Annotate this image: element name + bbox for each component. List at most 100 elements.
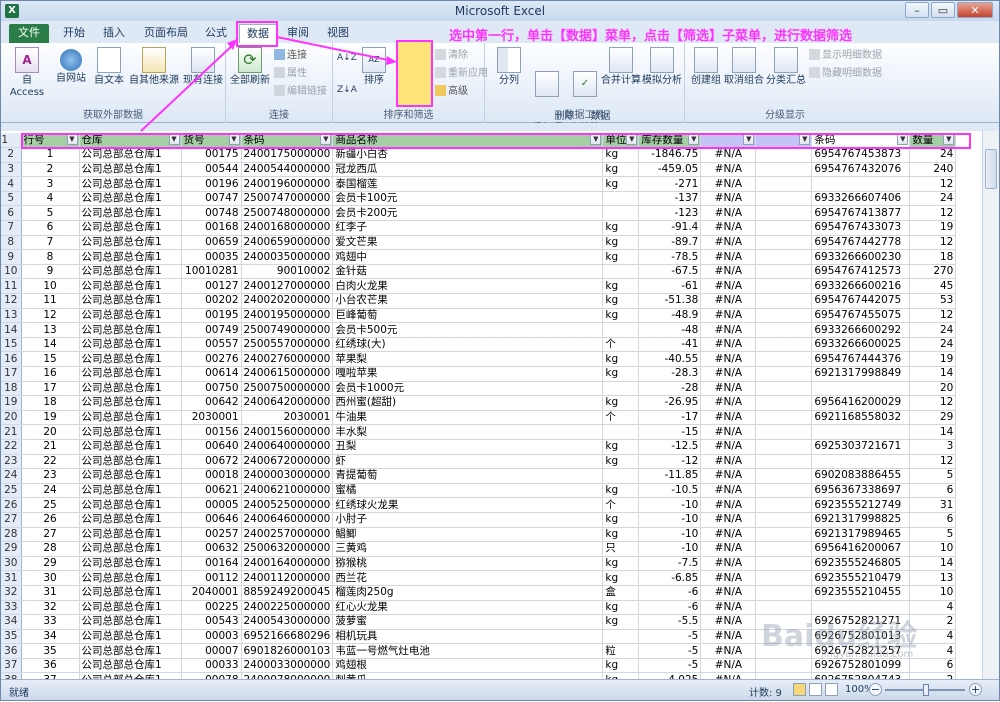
table-row[interactable]: 7 6 公司总部总仓库1 00168 2400168000000 红李子 kg -91.4 #N… xyxy=(1,220,957,236)
cell[interactable]: 2400202000000 xyxy=(241,293,334,309)
show-detail-button[interactable]: 显示明细数据 xyxy=(809,49,882,63)
cell[interactable]: 西兰花 xyxy=(332,570,604,586)
cell[interactable]: #N/A xyxy=(700,585,757,601)
cell[interactable]: 6902083886455 xyxy=(811,468,911,484)
cell[interactable]: kg xyxy=(602,235,640,251)
cell[interactable]: 2040001 xyxy=(181,585,242,601)
cell[interactable]: kg xyxy=(602,483,640,499)
cell[interactable] xyxy=(602,424,640,440)
connections-button[interactable]: 连接 xyxy=(274,49,307,63)
cell[interactable]: 12 xyxy=(909,308,957,324)
cell[interactable]: 2030001 xyxy=(181,410,242,426)
cell[interactable]: 00202 xyxy=(181,293,242,309)
cell[interactable]: 2400196000000 xyxy=(241,176,334,192)
cell[interactable]: 猕猴桃 xyxy=(332,556,604,572)
cell[interactable]: 4 xyxy=(21,191,80,207)
cell[interactable]: 00127 xyxy=(181,278,242,295)
cell[interactable]: #N/A xyxy=(700,235,757,251)
cell[interactable]: 公司总部总仓库1 xyxy=(79,381,182,397)
cell[interactable]: -5 xyxy=(638,643,702,659)
cell[interactable]: 17 xyxy=(21,381,80,397)
cell[interactable]: 5 xyxy=(909,527,957,543)
cell[interactable]: #N/A xyxy=(700,483,757,499)
table-row[interactable]: 9 8 公司总部总仓库1 00035 2400035000000 鸡翅中 kg -78.5 #N… xyxy=(1,249,957,265)
sort-asc-button[interactable]: A↓Z xyxy=(337,51,357,65)
cell[interactable]: 会员卡200元 xyxy=(332,205,604,222)
cell[interactable]: #N/A xyxy=(700,147,757,163)
cell[interactable]: 8 xyxy=(21,249,80,265)
cell[interactable]: 6926752801099 xyxy=(811,658,911,674)
table-row[interactable]: 2 1 公司总部总仓库1 00175 2400175000000 新疆小白杏 kg -1846… xyxy=(1,147,957,163)
cell[interactable]: #N/A xyxy=(700,366,757,382)
cell[interactable]: 2400168000000 xyxy=(241,220,334,236)
cell[interactable]: 00005 xyxy=(181,497,242,513)
table-row[interactable]: 16 15 公司总部总仓库1 00276 2400276000000 苹果梨 kg -40.5… xyxy=(1,351,957,367)
clear-filter-button[interactable]: 清除 xyxy=(435,49,468,63)
cell[interactable]: -11.85 xyxy=(638,468,702,484)
cell[interactable] xyxy=(755,249,813,265)
cell[interactable]: 2400525000000 xyxy=(241,497,334,513)
cell[interactable]: 6923555212749 xyxy=(811,497,911,513)
row-header[interactable]: 25 xyxy=(1,483,22,499)
existing-connections-button[interactable]: 现有连接 xyxy=(181,47,225,87)
cell[interactable]: 45 xyxy=(909,278,957,295)
cell[interactable] xyxy=(755,322,813,338)
cell[interactable]: 24 xyxy=(21,483,80,499)
cell[interactable]: 6956416200029 xyxy=(811,395,911,411)
cell[interactable]: 公司总部总仓库1 xyxy=(79,176,182,192)
cell[interactable]: 公司总部总仓库1 xyxy=(79,497,182,513)
cell[interactable] xyxy=(811,454,911,470)
cell[interactable]: 00748 xyxy=(181,205,242,222)
cell[interactable]: 6901826000103 xyxy=(241,643,334,659)
row-header[interactable]: 37 xyxy=(1,658,22,674)
cell[interactable] xyxy=(755,570,813,586)
cell[interactable]: 6925303721671 xyxy=(811,439,911,455)
edit-links-button[interactable]: 编辑链接 xyxy=(274,85,327,99)
tab-home[interactable]: 开始 xyxy=(59,24,89,43)
table-row[interactable]: 19 18 公司总部总仓库1 00642 2400642000000 西州蜜(超甜) kg -… xyxy=(1,395,957,411)
cell[interactable]: 泰国榴莲 xyxy=(332,176,604,192)
cell[interactable]: kg xyxy=(602,658,640,674)
cell[interactable]: 32 xyxy=(21,600,80,616)
cell[interactable] xyxy=(755,147,813,163)
cell[interactable] xyxy=(602,205,640,222)
cell[interactable]: 2400035000000 xyxy=(241,249,334,265)
cell[interactable]: 16 xyxy=(21,366,80,382)
cell[interactable]: #N/A xyxy=(700,220,757,236)
cell[interactable]: -17 xyxy=(638,410,702,426)
cell[interactable] xyxy=(755,541,813,557)
cell[interactable]: 26 xyxy=(21,512,80,528)
cell[interactable]: 新疆小白杏 xyxy=(332,147,604,163)
cell[interactable] xyxy=(602,322,640,338)
cell[interactable] xyxy=(755,293,813,309)
row-header[interactable]: 15 xyxy=(1,337,22,353)
cell[interactable] xyxy=(755,351,813,367)
cell[interactable] xyxy=(755,235,813,251)
cell[interactable]: 15 xyxy=(21,351,80,367)
cell[interactable]: 6921317989465 xyxy=(811,527,911,543)
cell[interactable]: #N/A xyxy=(700,600,757,616)
tab-insert[interactable]: 插入 xyxy=(99,24,129,43)
cell[interactable]: 19 xyxy=(21,410,80,426)
cell[interactable]: 苹果梨 xyxy=(332,351,604,367)
cell[interactable]: 00276 xyxy=(181,351,242,367)
cell[interactable]: 20 xyxy=(21,424,80,440)
cell[interactable] xyxy=(755,410,813,426)
cell[interactable]: 1 xyxy=(21,147,80,163)
cell[interactable] xyxy=(755,191,813,207)
cell[interactable]: -6.85 xyxy=(638,570,702,586)
hide-detail-button[interactable]: 隐藏明细数据 xyxy=(809,67,882,81)
filter-dropdown-icon[interactable]: ▼ xyxy=(897,134,909,145)
cell[interactable]: 6 xyxy=(909,658,957,674)
cell[interactable]: 公司总部总仓库1 xyxy=(79,424,182,440)
cell[interactable]: -10 xyxy=(638,497,702,513)
sort-desc-button[interactable]: Z↓A xyxy=(337,83,357,97)
cell[interactable]: 蜜橘 xyxy=(332,483,604,499)
cell[interactable] xyxy=(602,264,640,280)
cell[interactable]: 冠龙西瓜 xyxy=(332,162,604,178)
group-button[interactable]: 创建组 xyxy=(689,47,723,87)
cell[interactable]: 公司总部总仓库1 xyxy=(79,162,182,178)
cell[interactable]: -6 xyxy=(638,600,702,616)
cell[interactable]: 36 xyxy=(21,658,80,674)
row-header[interactable]: 33 xyxy=(1,600,22,616)
